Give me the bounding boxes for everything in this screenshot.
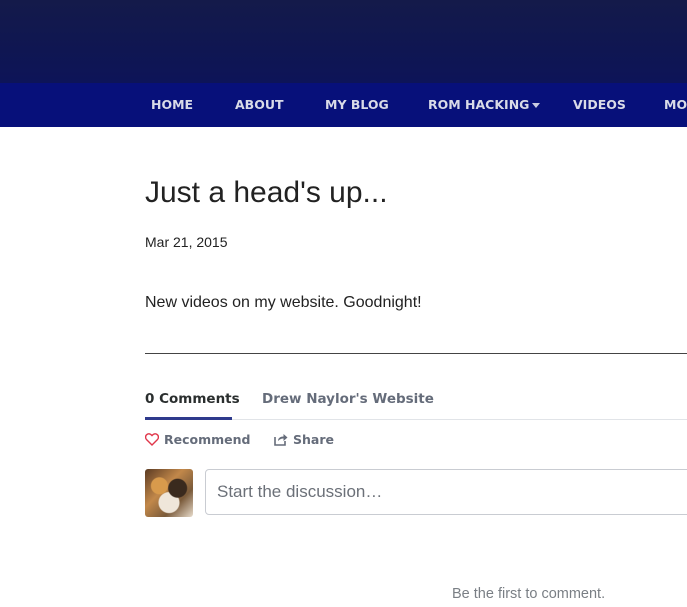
share-label: Share <box>293 432 334 447</box>
tab-site[interactable]: Drew Naylor's Website <box>262 391 434 407</box>
divider <box>145 353 687 354</box>
nav-videos[interactable]: VIDEOS <box>573 83 626 127</box>
active-tab-indicator <box>145 417 232 420</box>
nav-about[interactable]: ABOUT <box>235 83 284 127</box>
recommend-label: Recommend <box>164 432 251 447</box>
nav-rom-hacking[interactable]: ROM HACKING <box>428 83 529 127</box>
recommend-button[interactable]: Recommend <box>144 432 251 447</box>
main-nav: HOME ABOUT MY BLOG ROM HACKING VIDEOS MO <box>0 83 687 127</box>
avatar <box>145 469 193 517</box>
chevron-down-icon[interactable] <box>532 103 540 108</box>
heart-icon <box>144 433 160 446</box>
post-date: Mar 21, 2015 <box>145 234 228 250</box>
comment-input[interactable] <box>205 469 687 515</box>
nav-home[interactable]: HOME <box>151 83 193 127</box>
share-icon <box>274 434 288 446</box>
nav-my-blog[interactable]: MY BLOG <box>325 83 389 127</box>
post-body: New videos on my website. Goodnight! <box>145 294 422 311</box>
site-header <box>0 0 687 83</box>
tab-comments[interactable]: 0 Comments <box>145 391 240 407</box>
post-title: Just a head's up... <box>145 176 388 209</box>
empty-comments-message: Be the first to comment. <box>452 586 606 602</box>
nav-more[interactable]: MO <box>664 83 687 127</box>
share-button[interactable]: Share <box>274 432 334 447</box>
